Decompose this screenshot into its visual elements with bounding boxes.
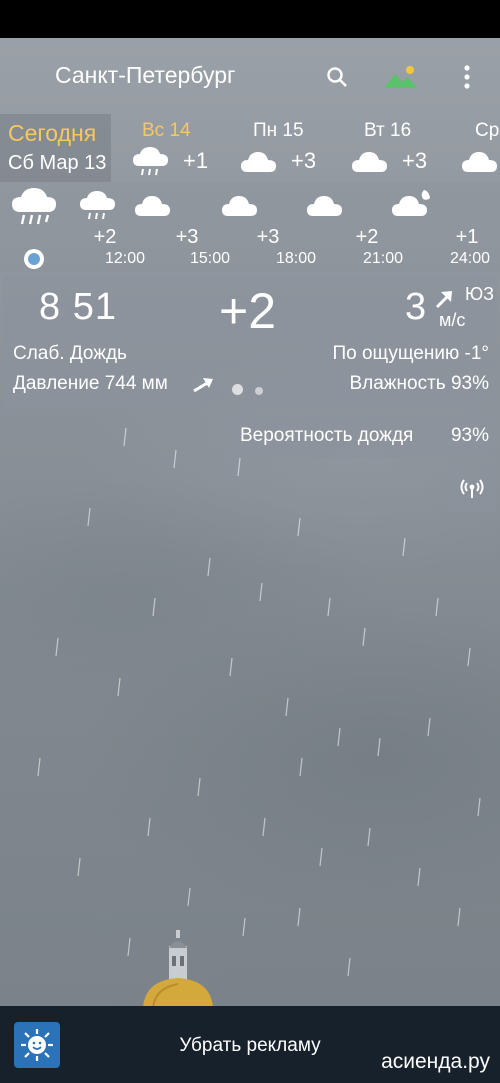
- hour-temp: +3: [256, 226, 280, 248]
- cathedral-dome-image: [143, 930, 213, 1006]
- cloud-icon: [462, 152, 497, 172]
- current-time: 8 51: [39, 286, 117, 328]
- hour-time: 24:00: [449, 250, 491, 267]
- humidity: Влажность 93%: [349, 373, 489, 394]
- page-indicator: [232, 382, 275, 400]
- hourly-forecast[interactable]: +2 12:00 +3 15:00 +3 18:00 +2 21:00 +1 2…: [0, 182, 500, 272]
- precip-value: 93%: [450, 425, 489, 446]
- city-title[interactable]: Санкт-Петербург: [55, 62, 235, 89]
- wind-unit: м/с: [439, 310, 466, 330]
- status-bar: [0, 0, 500, 38]
- app-header: Санкт-Петербург: [0, 38, 500, 114]
- cloud-icon: [307, 196, 342, 216]
- cloud-rain-icon: [80, 191, 115, 220]
- wind-direction: ЮЗ: [465, 284, 495, 304]
- wind-speed: 3: [405, 286, 427, 328]
- cloud-moon-icon: [392, 190, 430, 216]
- bottom-ad-bar: Убрать рекламу асиенда.ру: [0, 1006, 500, 1083]
- wind-direction-arrow-icon: [435, 291, 452, 309]
- day-name: Вт 16: [364, 120, 412, 141]
- hour-temp: +3: [175, 226, 199, 248]
- day-name: Пн 15: [253, 120, 304, 141]
- page-dot: [255, 387, 263, 395]
- day-item[interactable]: Вс 14 +1: [131, 114, 231, 182]
- current-temperature: +2: [219, 283, 277, 339]
- heavy-rain-icon: [12, 188, 56, 225]
- hour-time: 21:00: [362, 250, 404, 267]
- cloud-icon: [135, 196, 170, 216]
- daily-forecast-strip: Сегодня Сб Мар 13 Вс 14 +1 Пн 15 +3 Вт 1…: [0, 114, 500, 182]
- watermark: асиенда.ру: [381, 1050, 490, 1073]
- hour-time: 12:00: [104, 250, 146, 267]
- current-time-indicator: [24, 249, 44, 269]
- today-date: Сб Мар 13: [8, 152, 107, 174]
- cloud-icon: [352, 152, 387, 172]
- day-item[interactable]: Ср: [460, 114, 500, 182]
- day-name: Ср: [475, 120, 500, 141]
- pressure-trend-arrow-icon: [193, 378, 213, 393]
- radar-button[interactable]: [447, 464, 497, 512]
- radar-icon: [460, 479, 484, 498]
- day-temp: +1: [183, 148, 209, 173]
- day-item[interactable]: Вт 16 +3: [350, 114, 450, 182]
- weather-condition: Слаб. Дождь: [13, 343, 127, 364]
- feels-like: По ощущению -1°: [332, 343, 489, 364]
- hour-time: 18:00: [275, 250, 317, 267]
- search-icon[interactable]: [322, 62, 352, 92]
- day-temp: +3: [402, 148, 428, 173]
- hour-time: 15:00: [189, 250, 231, 267]
- day-name: Вс 14: [142, 120, 191, 141]
- page-dot-active: [232, 384, 243, 395]
- day-item[interactable]: Пн 15 +3: [239, 114, 339, 182]
- current-conditions-card[interactable]: 8 51 +2 3 ЮЗ м/с Слаб. Дождь По ощущению…: [3, 276, 497, 407]
- precipitation-probability: Вероятность дождя 93%: [230, 414, 497, 458]
- cloud-icon: [241, 152, 276, 172]
- day-temp: +3: [291, 148, 317, 173]
- today-label: Сегодня: [8, 120, 97, 146]
- day-today[interactable]: Сегодня Сб Мар 13: [0, 114, 111, 182]
- hour-temp: +2: [355, 226, 379, 248]
- pressure: Давление 744 мм: [13, 373, 168, 394]
- hour-temp: +2: [93, 226, 117, 248]
- landscape-icon[interactable]: [383, 62, 419, 92]
- cloud-rain-icon: [133, 147, 168, 176]
- hour-temp: +1: [455, 226, 479, 248]
- more-vert-icon[interactable]: [452, 62, 482, 92]
- precip-label: Вероятность дождя: [240, 425, 414, 446]
- cloud-icon: [222, 196, 257, 216]
